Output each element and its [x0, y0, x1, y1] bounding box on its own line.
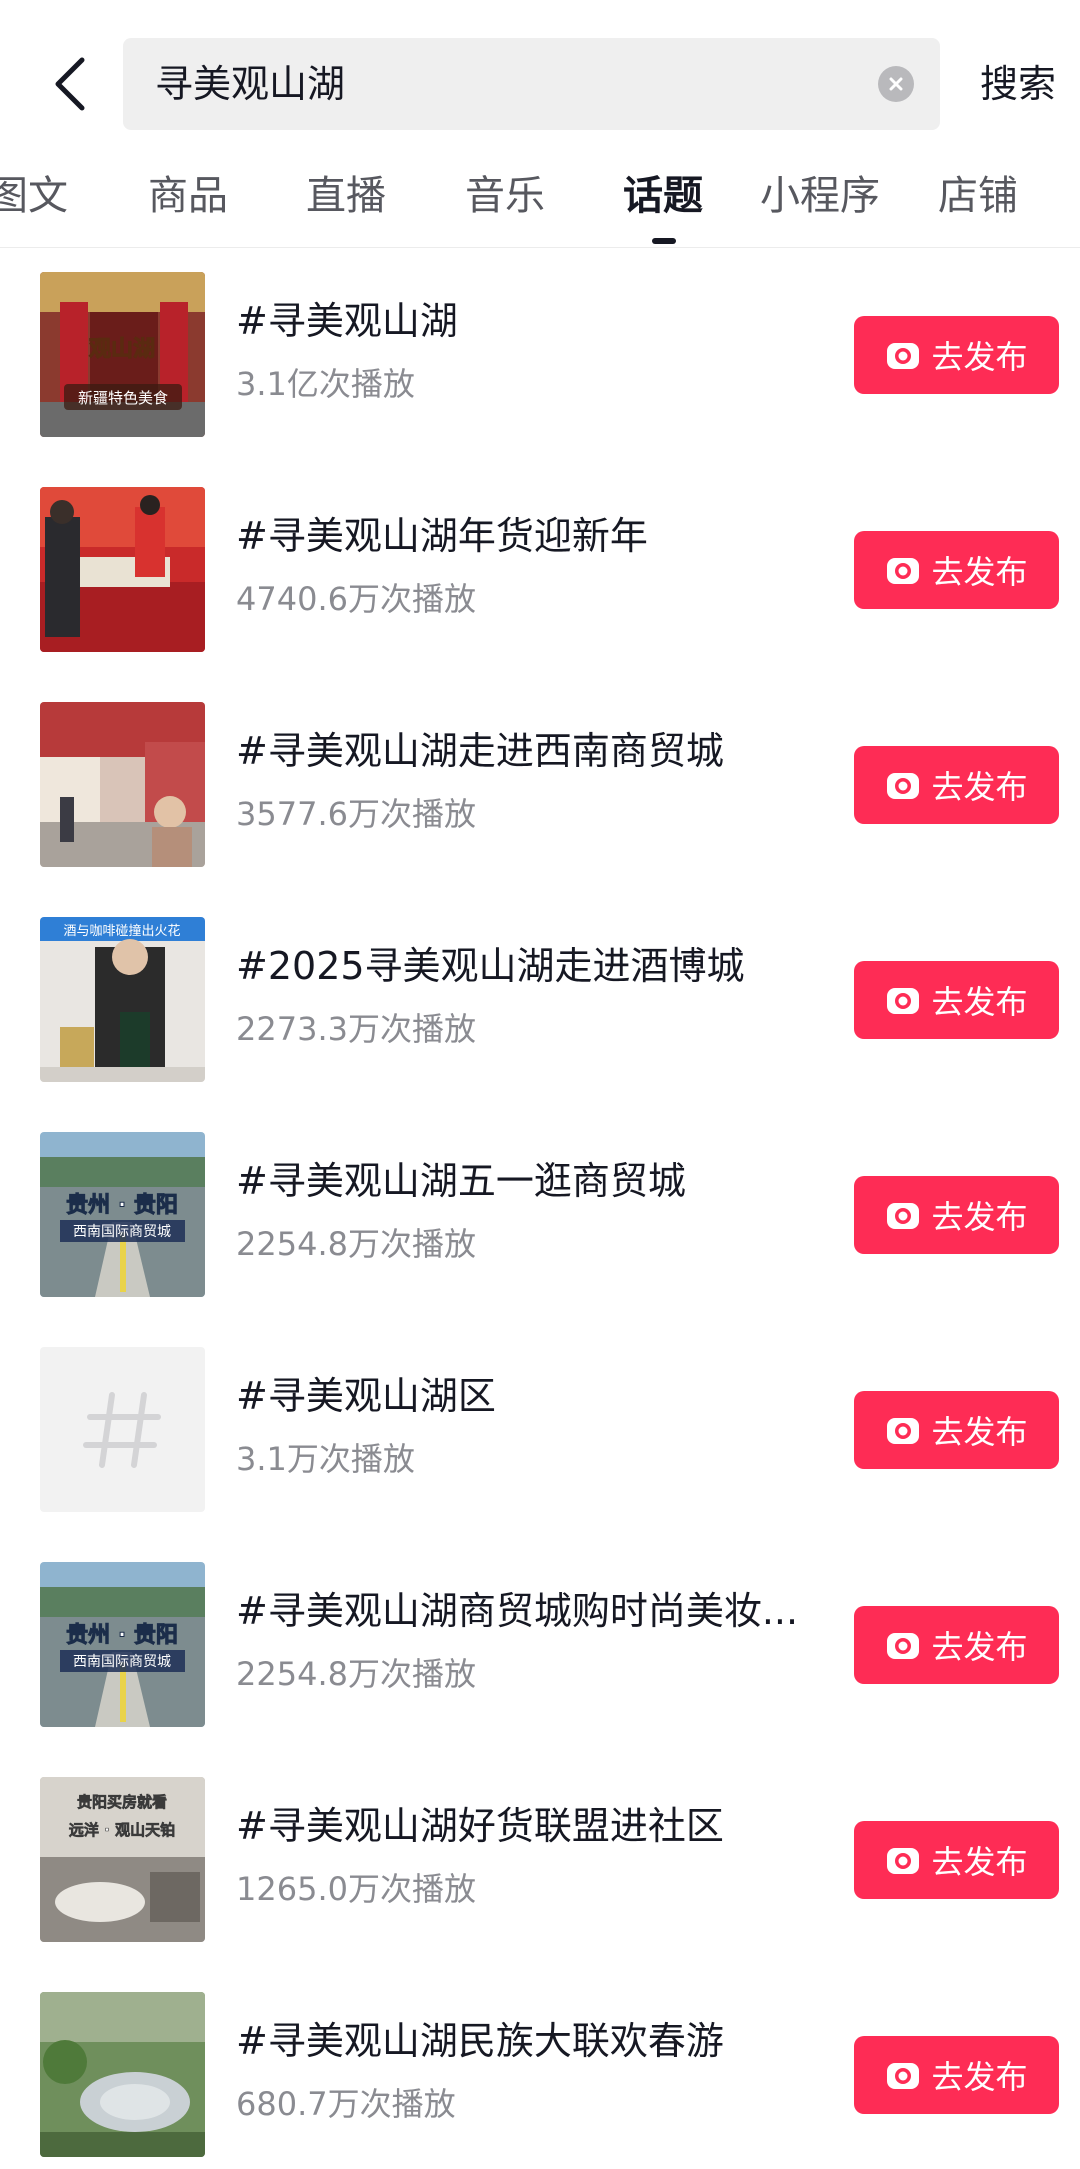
camera-icon — [887, 773, 920, 799]
tab-stores[interactable]: 店铺 — [938, 160, 1018, 232]
topic-title: #寻美观山湖年货迎新年 — [236, 514, 648, 558]
topic-title: #寻美观山湖 — [236, 299, 458, 343]
tab-music[interactable]: 音乐 — [465, 160, 545, 232]
topic-title: #寻美观山湖好货联盟进社区 — [236, 1804, 724, 1848]
publish-button[interactable]: 去发布 — [854, 1391, 1059, 1469]
topic-thumbnail: 贵州 · 贵阳 西南国际商贸城 — [40, 1132, 205, 1297]
tab-products[interactable]: 商品 — [148, 160, 228, 232]
camera-icon — [887, 1633, 920, 1659]
publish-button[interactable]: 去发布 — [854, 531, 1059, 609]
topic-row[interactable]: 酒与咖啡碰撞出火花 #2025寻美观山湖走进酒博城 2273.3万次播放 去发布 — [0, 905, 1080, 1120]
topic-title: #2025寻美观山湖走进酒博城 — [236, 944, 745, 988]
tab-mini-programs[interactable]: 小程序 — [760, 160, 880, 232]
topic-row[interactable]: #寻美观山湖年货迎新年 4740.6万次播放 去发布 — [0, 475, 1080, 690]
publish-button[interactable]: 去发布 — [854, 1176, 1059, 1254]
topic-thumbnail — [40, 1347, 205, 1512]
publish-label: 去发布 — [931, 1198, 1028, 1236]
thumbnail-caption: 远洋 · 观山天铂 — [69, 1821, 175, 1839]
thumbnail-caption: 西南国际商贸城 — [73, 1654, 171, 1670]
publish-button[interactable]: 去发布 — [854, 2036, 1059, 2114]
topic-row[interactable]: #寻美观山湖走进西南商贸城 3577.6万次播放 去发布 — [0, 690, 1080, 905]
close-icon — [889, 77, 903, 91]
tab-topics[interactable]: 话题 — [623, 160, 703, 232]
search-button[interactable]: 搜索 — [980, 38, 1056, 130]
tab-image-text[interactable]: 图文 — [0, 160, 68, 232]
publish-label: 去发布 — [931, 338, 1028, 376]
topic-title: #寻美观山湖五一逛商贸城 — [236, 1159, 686, 1203]
topic-thumbnail: 观山湖 新疆特色美食 — [40, 272, 205, 437]
topic-thumbnail: 贵州 · 贵阳 西南国际商贸城 — [40, 1562, 205, 1727]
topic-title: #寻美观山湖走进西南商贸城 — [236, 729, 724, 773]
back-button[interactable] — [40, 48, 100, 120]
camera-icon — [887, 1203, 920, 1229]
search-category-tabs: 图文 商品 直播 音乐 话题 小程序 店铺 — [0, 160, 1080, 248]
camera-icon — [887, 343, 920, 369]
publish-label: 去发布 — [931, 768, 1028, 806]
thumbnail-caption: 贵州 · 贵阳 — [66, 1623, 178, 1648]
topic-row[interactable]: 贵阳买房就看 远洋 · 观山天铂 #寻美观山湖好货联盟进社区 1265.0万次播… — [0, 1765, 1080, 1980]
topic-title: #寻美观山湖区 — [236, 1374, 496, 1418]
chevron-left-icon — [55, 57, 85, 111]
topic-play-count: 3577.6万次播放 — [236, 795, 476, 833]
thumbnail-caption: 西南国际商贸城 — [73, 1224, 171, 1240]
topic-play-count: 680.7万次播放 — [236, 2085, 456, 2123]
clear-search-button[interactable] — [878, 66, 914, 102]
publish-label: 去发布 — [931, 1843, 1028, 1881]
camera-icon — [887, 1418, 920, 1444]
thumbnail-caption: 酒与咖啡碰撞出火花 — [63, 923, 180, 939]
topic-thumbnail: 贵阳买房就看 远洋 · 观山天铂 — [40, 1777, 205, 1942]
search-input[interactable]: 寻美观山湖 — [123, 38, 940, 130]
topic-thumbnail — [40, 487, 205, 652]
topic-play-count: 3.1万次播放 — [236, 1440, 415, 1478]
publish-label: 去发布 — [931, 983, 1028, 1021]
topic-row[interactable]: 贵州 · 贵阳 西南国际商贸城 #寻美观山湖商贸城购时尚美妆... 2254.8… — [0, 1550, 1080, 1765]
publish-label: 去发布 — [931, 1413, 1028, 1451]
topic-play-count: 2273.3万次播放 — [236, 1010, 476, 1048]
thumbnail-caption: 贵阳买房就看 — [77, 1793, 167, 1811]
publish-button[interactable]: 去发布 — [854, 746, 1059, 824]
camera-icon — [887, 988, 920, 1014]
publish-label: 去发布 — [931, 1628, 1028, 1666]
thumbnail-caption: 观山湖 — [89, 337, 155, 362]
topic-play-count: 3.1亿次播放 — [236, 365, 415, 403]
active-tab-indicator — [652, 238, 676, 244]
topic-title: #寻美观山湖商贸城购时尚美妆... — [236, 1589, 799, 1633]
search-query: 寻美观山湖 — [155, 62, 346, 106]
topic-row[interactable]: #寻美观山湖区 3.1万次播放 去发布 — [0, 1335, 1080, 1550]
publish-button[interactable]: 去发布 — [854, 1821, 1059, 1899]
thumbnail-caption: 贵州 · 贵阳 — [66, 1193, 178, 1218]
topic-thumbnail — [40, 1992, 205, 2157]
topic-row[interactable]: #寻美观山湖民族大联欢春游 680.7万次播放 去发布 — [0, 1980, 1080, 2169]
publish-button[interactable]: 去发布 — [854, 961, 1059, 1039]
topic-play-count: 2254.8万次播放 — [236, 1225, 476, 1263]
topic-title: #寻美观山湖民族大联欢春游 — [236, 2019, 724, 2063]
thumbnail-caption: 新疆特色美食 — [78, 389, 168, 407]
publish-button[interactable]: 去发布 — [854, 316, 1059, 394]
topic-row[interactable]: 观山湖 新疆特色美食 #寻美观山湖 3.1亿次播放 去发布 — [0, 260, 1080, 475]
topic-row[interactable]: 贵州 · 贵阳 西南国际商贸城 #寻美观山湖五一逛商贸城 2254.8万次播放 … — [0, 1120, 1080, 1335]
publish-label: 去发布 — [931, 2058, 1028, 2096]
camera-icon — [887, 558, 920, 584]
tab-live[interactable]: 直播 — [306, 160, 386, 232]
topic-play-count: 4740.6万次播放 — [236, 580, 476, 618]
topic-play-count: 2254.8万次播放 — [236, 1655, 476, 1693]
publish-button[interactable]: 去发布 — [854, 1606, 1059, 1684]
publish-label: 去发布 — [931, 553, 1028, 591]
camera-icon — [887, 2063, 920, 2089]
topic-thumbnail — [40, 702, 205, 867]
topic-play-count: 1265.0万次播放 — [236, 1870, 476, 1908]
topic-thumbnail: 酒与咖啡碰撞出火花 — [40, 917, 205, 1082]
search-header: 寻美观山湖 搜索 — [0, 0, 1080, 170]
camera-icon — [887, 1848, 920, 1874]
